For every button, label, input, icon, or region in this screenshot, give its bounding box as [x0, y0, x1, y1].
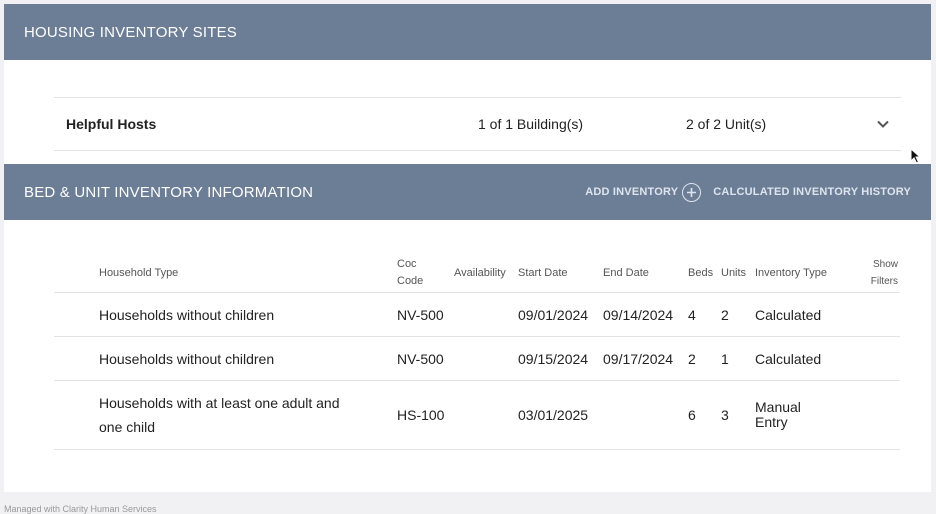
cell-start-date: 03/01/2025 — [518, 407, 589, 423]
cell-end-date — [603, 381, 688, 450]
cell-start-date: 09/15/2024 — [518, 350, 589, 367]
site-units-count: 2 of 2 Unit(s) — [686, 116, 767, 132]
housing-inventory-sites-panel: HOUSING INVENTORY SITES Helpful Hosts 1 … — [4, 4, 931, 164]
bed-unit-title: BED & UNIT INVENTORY INFORMATION — [24, 183, 314, 201]
table-row[interactable]: Households with at least one adult and o… — [54, 380, 900, 450]
inventory-table: Household Type Coc Code Availability Sta… — [54, 254, 900, 450]
cell-beds: 4 — [688, 306, 696, 323]
plus-circle-icon — [682, 182, 702, 202]
cell-units: 2 — [721, 306, 729, 323]
table-row[interactable]: Households without children NV-500 09/15… — [54, 336, 900, 381]
cell-beds: 6 — [688, 407, 696, 423]
cell-beds: 2 — [688, 350, 696, 367]
cell-household-type: Households with at least one adult and o… — [99, 395, 340, 435]
cell-coc-code: HS-100 — [397, 407, 445, 423]
header-actions: ADD INVENTORY CALCULATED INVENTORY HISTO… — [585, 182, 911, 202]
cell-availability — [454, 381, 518, 450]
col-coc-code[interactable]: Coc Code — [397, 254, 454, 293]
table-header-row: Household Type Coc Code Availability Sta… — [54, 254, 900, 293]
calculated-inventory-history-button[interactable]: CALCULATED INVENTORY HISTORY — [713, 186, 911, 198]
cell-start-date: 09/01/2024 — [518, 306, 589, 323]
site-row[interactable]: Helpful Hosts 1 of 1 Building(s) 2 of 2 … — [54, 97, 901, 151]
cell-inventory-type: Calculated — [755, 306, 822, 323]
show-filters-link[interactable]: Show Filters — [845, 254, 900, 293]
bed-unit-inventory-panel: BED & UNIT INVENTORY INFORMATION ADD INV… — [4, 164, 931, 492]
col-units[interactable]: Units — [721, 254, 755, 293]
col-household-type[interactable]: Household Type — [99, 254, 397, 293]
add-inventory-label: ADD INVENTORY — [585, 186, 679, 198]
add-inventory-button[interactable]: ADD INVENTORY — [585, 182, 702, 202]
cell-availability — [454, 293, 518, 337]
cell-availability — [454, 337, 518, 381]
bed-unit-inventory-header: BED & UNIT INVENTORY INFORMATION ADD INV… — [4, 164, 931, 220]
cell-coc-code: NV-500 — [397, 306, 444, 323]
footer-text: Managed with Clarity Human Services — [4, 504, 157, 514]
col-availability[interactable]: Availability — [454, 254, 518, 293]
cell-coc-code: NV-500 — [397, 350, 444, 367]
col-inventory-type[interactable]: Inventory Type — [755, 254, 845, 293]
housing-inventory-sites-header: HOUSING INVENTORY SITES — [4, 4, 931, 60]
cell-units: 1 — [721, 350, 729, 367]
cell-household-type: Households without children — [99, 306, 275, 323]
col-start-date[interactable]: Start Date — [518, 254, 603, 293]
site-buildings-count: 1 of 1 Building(s) — [478, 116, 584, 132]
cell-end-date: 09/17/2024 — [603, 350, 674, 367]
chevron-down-icon[interactable] — [875, 116, 891, 135]
col-end-date[interactable]: End Date — [603, 254, 688, 293]
site-name: Helpful Hosts — [66, 116, 157, 132]
cell-household-type: Households without children — [99, 350, 275, 367]
cell-inventory-type: Manual Entry — [755, 399, 801, 430]
col-beds[interactable]: Beds — [688, 254, 721, 293]
housing-sites-title: HOUSING INVENTORY SITES — [24, 23, 237, 41]
cell-end-date: 09/14/2024 — [603, 306, 674, 323]
table-row[interactable]: Households without children NV-500 09/01… — [54, 292, 900, 337]
mouse-pointer-icon — [910, 147, 922, 169]
cell-inventory-type: Calculated — [755, 350, 822, 367]
cell-units: 3 — [721, 407, 729, 423]
